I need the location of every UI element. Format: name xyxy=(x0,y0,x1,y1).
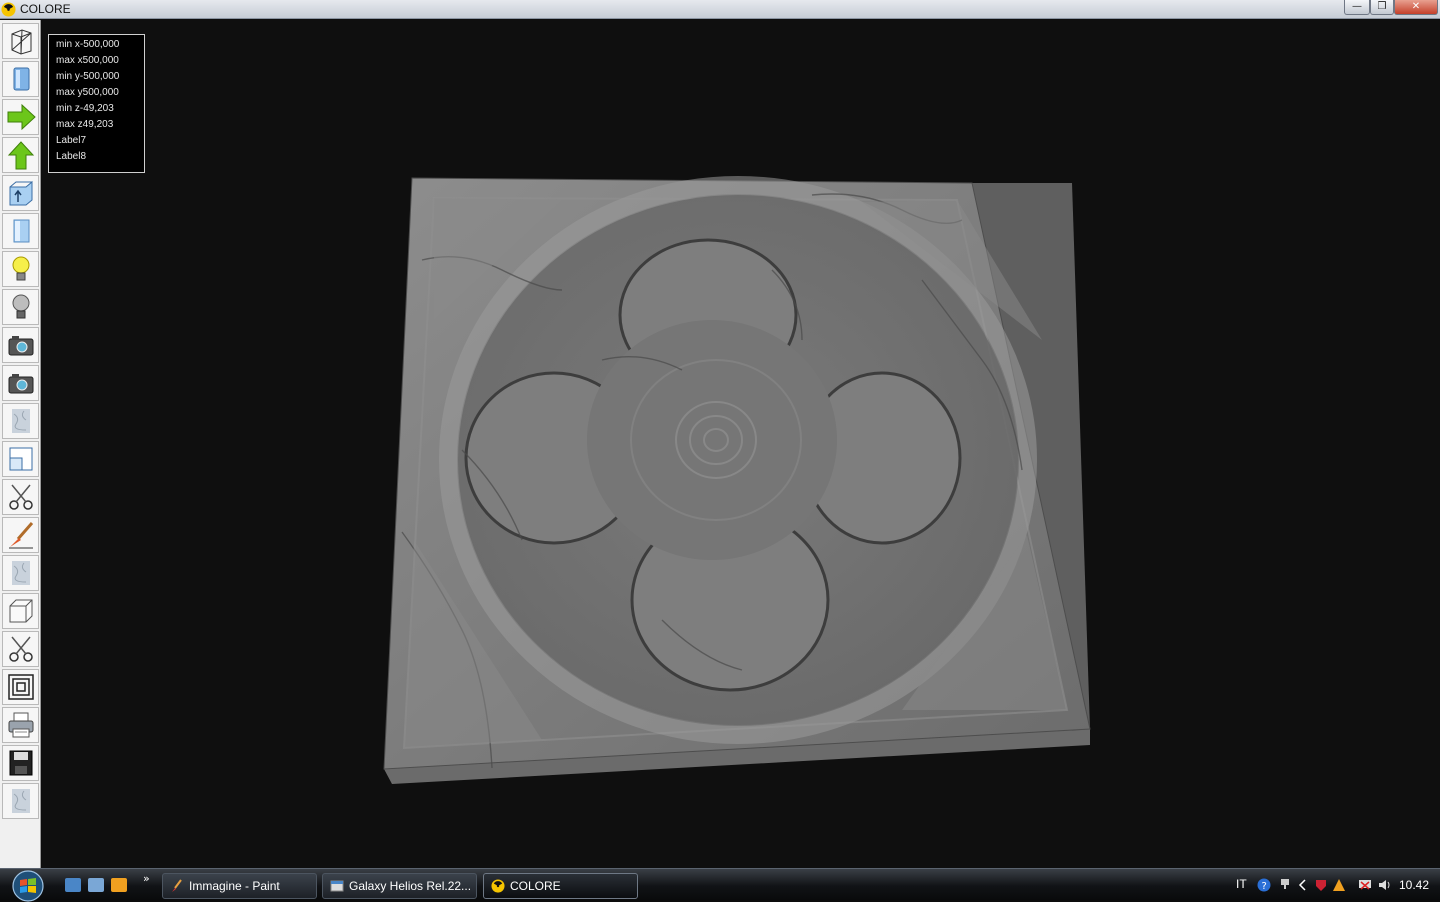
concentric-squares-icon xyxy=(7,674,34,700)
marble-texture-icon xyxy=(11,789,30,813)
min-y-label: min y-500,000 xyxy=(56,71,120,82)
min-z-label: min z-49,203 xyxy=(56,103,114,114)
3d-viewport[interactable] xyxy=(42,20,1440,868)
camera-2-tool-button[interactable] xyxy=(2,365,39,401)
marble-texture-icon xyxy=(11,561,30,585)
marble-texture-icon xyxy=(11,409,30,433)
radiation-icon xyxy=(491,879,505,893)
texture-3-tool-button[interactable] xyxy=(2,783,39,819)
arrow-right-tool-button[interactable] xyxy=(2,99,39,135)
cut-2-tool-button[interactable] xyxy=(2,631,39,667)
switch-windows-icon[interactable] xyxy=(88,878,104,892)
solid-view-tool-button[interactable] xyxy=(2,61,39,97)
label7: Label7 xyxy=(56,135,87,146)
display-icon[interactable] xyxy=(1358,878,1372,892)
light-blue-cylinder-icon xyxy=(13,219,29,243)
bounds-info-panel: min x-500,000 max x500,000 min y-500,000… xyxy=(48,34,145,173)
floppy-disk-icon xyxy=(9,750,32,776)
task-colore[interactable]: COLORE xyxy=(483,873,638,899)
chevron-left-icon[interactable] xyxy=(1296,878,1310,892)
marble-tile-render xyxy=(383,176,1091,784)
label8: Label8 xyxy=(56,151,87,162)
close-button[interactable]: ✕ xyxy=(1394,0,1438,15)
system-tray: IT ? 10.42 xyxy=(1226,869,1440,901)
yellow-bulb-icon xyxy=(12,256,29,281)
task-label: Immagine - Paint xyxy=(189,879,280,893)
cut-tool-button[interactable] xyxy=(2,479,39,515)
camera-tool-button[interactable] xyxy=(2,327,39,363)
warning-icon[interactable] xyxy=(1332,878,1346,892)
task-paint[interactable]: Immagine - Paint xyxy=(162,873,317,899)
max-x-label: max x500,000 xyxy=(56,55,119,66)
min-x-label: min x-500,000 xyxy=(56,39,120,50)
scissors-icon xyxy=(8,636,33,662)
tool-palette xyxy=(0,20,41,868)
taskbar: » Immagine - Paint Galaxy Helios Rel.22.… xyxy=(0,868,1440,902)
window-square-icon xyxy=(9,447,32,471)
camera-icon xyxy=(8,374,33,394)
radiation-icon xyxy=(1,2,16,17)
frame-tool-button[interactable] xyxy=(2,669,39,705)
help-icon[interactable]: ? xyxy=(1257,878,1271,892)
wireframe-tool-button[interactable] xyxy=(2,23,39,59)
task-label: Galaxy Helios Rel.22... xyxy=(349,879,472,893)
max-z-label: max z49,203 xyxy=(56,119,114,130)
max-y-label: max y500,000 xyxy=(56,87,119,98)
blue-cylinder-icon xyxy=(13,67,29,91)
gray-bulb-icon xyxy=(12,294,29,319)
extrude-tool-button[interactable] xyxy=(2,175,39,211)
task-label: COLORE xyxy=(510,879,561,893)
arrow-up-tool-button[interactable] xyxy=(2,137,39,173)
green-arrow-up-icon xyxy=(7,141,34,170)
brush-tool-button[interactable] xyxy=(2,517,39,553)
svg-text:?: ? xyxy=(1262,881,1267,892)
box-tool-button[interactable] xyxy=(2,593,39,629)
show-desktop-icon[interactable] xyxy=(65,878,81,892)
print-tool-button[interactable] xyxy=(2,707,39,743)
restore-button[interactable]: ❒ xyxy=(1370,0,1394,15)
blue-cube-arrow-icon xyxy=(9,180,32,206)
window-tool-button[interactable] xyxy=(2,441,39,477)
scissors-icon xyxy=(8,484,33,510)
save-tool-button[interactable] xyxy=(2,745,39,781)
start-orb-icon[interactable] xyxy=(8,870,48,902)
title-bar: COLORE — ❒ ✕ xyxy=(0,0,1440,19)
security-shield-icon[interactable] xyxy=(1314,878,1328,892)
clock[interactable]: 10.42 xyxy=(1399,878,1429,892)
camera-icon xyxy=(8,336,33,356)
network-icon[interactable] xyxy=(1278,878,1292,892)
green-arrow-right-icon xyxy=(7,103,36,131)
wireframe-box-icon xyxy=(11,29,31,55)
paint-brush-icon xyxy=(172,879,182,892)
media-player-icon[interactable] xyxy=(111,878,127,892)
volume-icon[interactable] xyxy=(1377,878,1391,892)
cylinder-tool-button[interactable] xyxy=(2,213,39,249)
quicklaunch-chevron[interactable]: » xyxy=(143,872,150,885)
task-galaxy-helios[interactable]: Galaxy Helios Rel.22... xyxy=(322,873,477,899)
light-on-tool-button[interactable] xyxy=(2,251,39,287)
texture-tool-button[interactable] xyxy=(2,403,39,439)
white-box-icon xyxy=(9,599,32,623)
printer-icon xyxy=(8,712,33,738)
light-off-tool-button[interactable] xyxy=(2,289,39,325)
texture-2-tool-button[interactable] xyxy=(2,555,39,591)
app-window-icon xyxy=(330,880,344,892)
paint-brush-icon xyxy=(8,522,33,549)
language-indicator[interactable]: IT xyxy=(1236,877,1247,891)
window-title: COLORE xyxy=(20,2,71,16)
minimize-button[interactable]: — xyxy=(1344,0,1370,15)
